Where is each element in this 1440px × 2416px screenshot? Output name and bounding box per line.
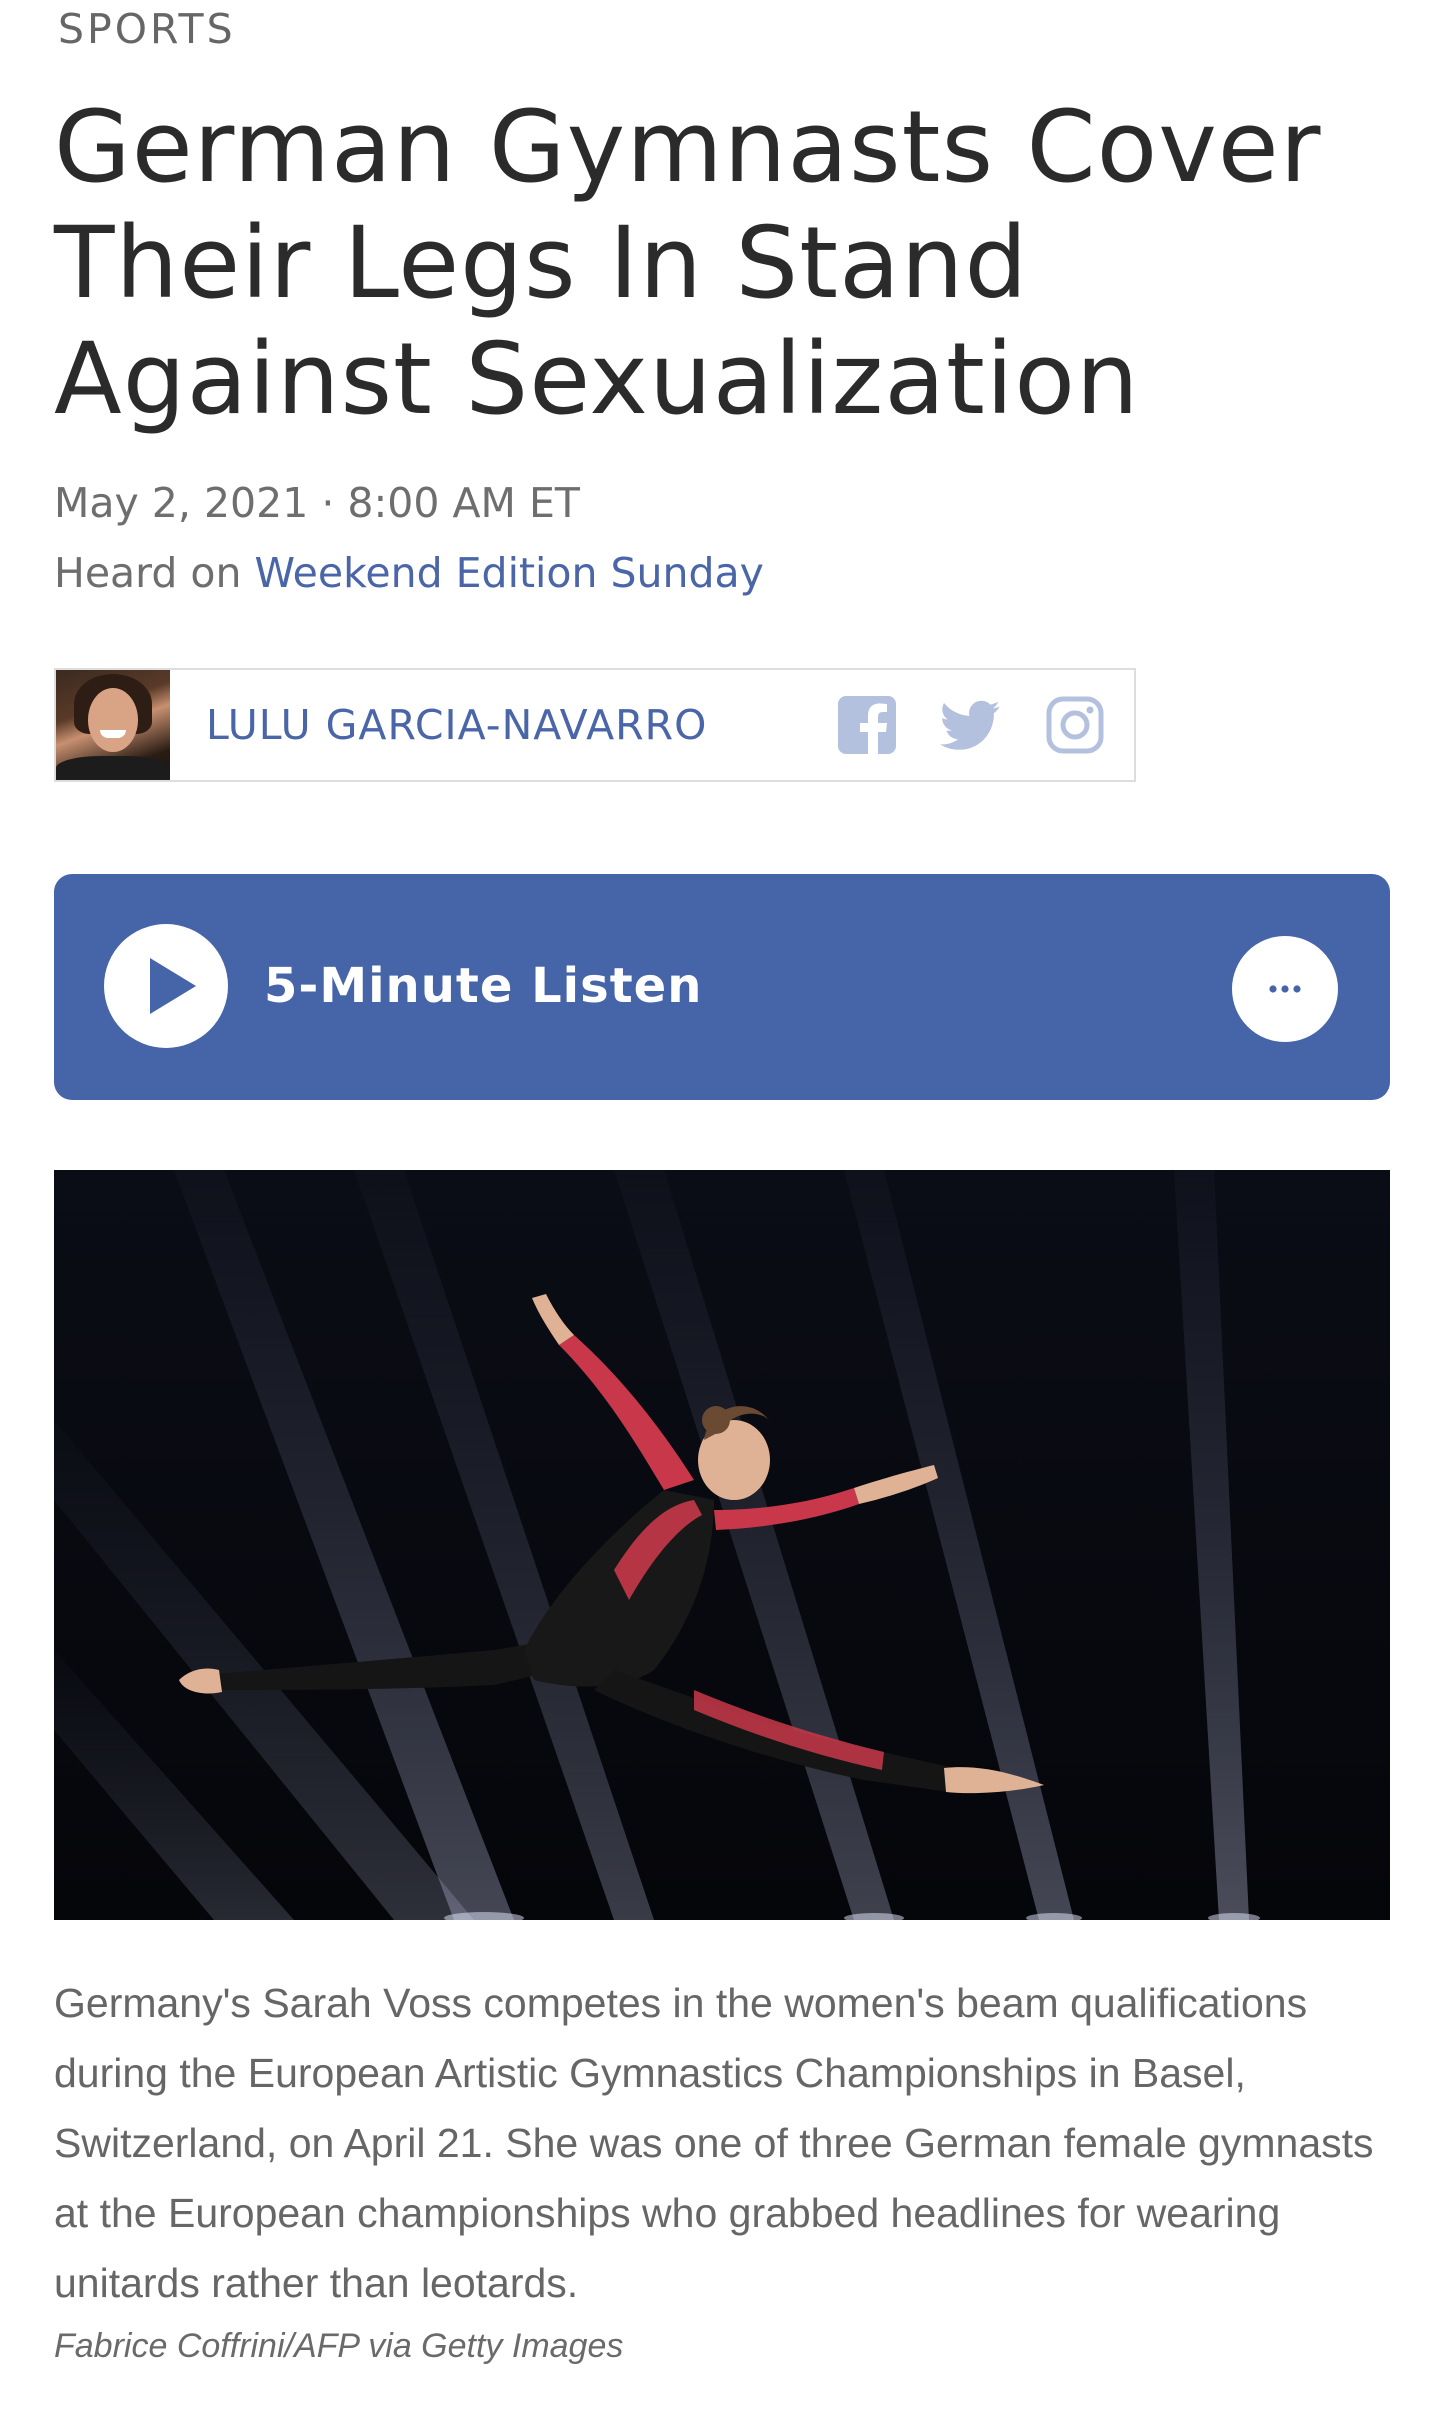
facebook-icon[interactable] xyxy=(836,694,898,756)
photo-credit: Fabrice Coffrini/AFP via Getty Images xyxy=(54,2327,624,2365)
gymnast-photo-illustration xyxy=(54,1170,1390,1920)
photo-caption: Germany's Sarah Voss competes in the wom… xyxy=(54,1980,1374,2306)
article-photo[interactable] xyxy=(54,1170,1390,1920)
author-name-link[interactable]: LULU GARCIA-NAVARRO xyxy=(206,701,836,749)
program-link[interactable]: Weekend Edition Sunday xyxy=(255,549,764,597)
play-button[interactable] xyxy=(104,924,228,1048)
section-label[interactable]: SPORTS xyxy=(58,4,236,54)
audio-player: 5-Minute Listen xyxy=(54,874,1390,1100)
heard-on-line: Heard on Weekend Edition Sunday xyxy=(54,548,764,598)
article-title: German Gymnasts Cover Their Legs In Stan… xyxy=(54,90,1322,437)
instagram-icon[interactable] xyxy=(1044,694,1106,756)
article-page: SPORTS German Gymnasts Cover Their Legs … xyxy=(0,0,1440,2416)
article-date: May 2, 2021 · 8:00 AM ET xyxy=(54,479,580,527)
heard-on-prefix: Heard on xyxy=(54,549,242,597)
author-avatar[interactable] xyxy=(56,670,170,780)
more-icon xyxy=(1269,985,1301,993)
twitter-icon[interactable] xyxy=(940,694,1002,756)
byline: LULU GARCIA-NAVARRO xyxy=(54,668,1136,782)
author-social-links xyxy=(836,694,1106,756)
listen-duration-label[interactable]: 5-Minute Listen xyxy=(264,956,702,1016)
play-icon xyxy=(150,958,196,1014)
more-options-button[interactable] xyxy=(1232,936,1338,1042)
